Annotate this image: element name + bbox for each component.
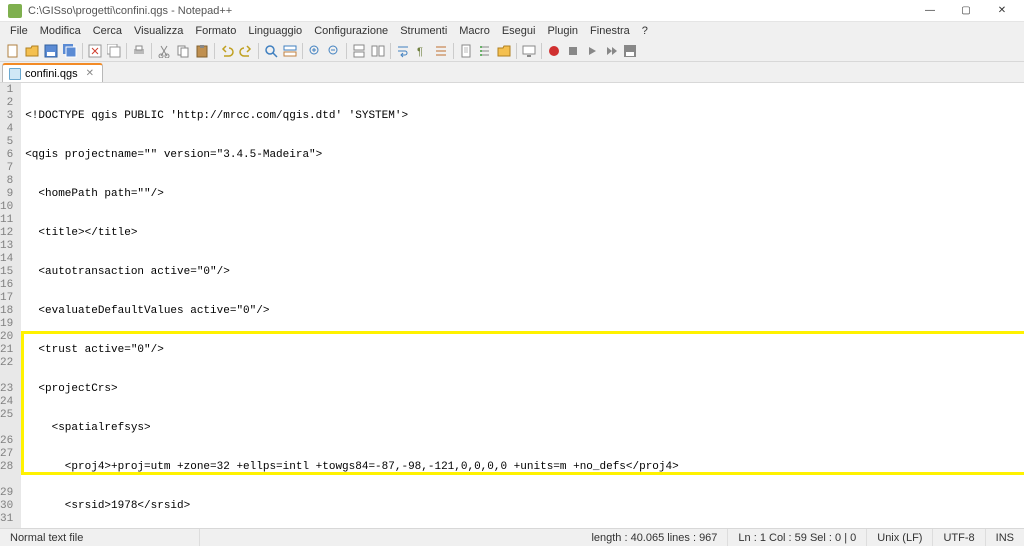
menu-esegui[interactable]: Esegui <box>496 24 542 38</box>
tab-label: confini.qgs <box>25 68 78 80</box>
save-all-icon[interactable] <box>61 42 79 60</box>
status-position: Ln : 1 Col : 59 Sel : 0 | 0 <box>728 529 867 546</box>
sync-v-icon[interactable] <box>350 42 368 60</box>
svg-text:¶: ¶ <box>417 46 423 58</box>
stop-icon[interactable] <box>564 42 582 60</box>
play-multi-icon[interactable] <box>602 42 620 60</box>
menu-macro[interactable]: Macro <box>453 24 496 38</box>
save-macro-icon[interactable] <box>621 42 639 60</box>
window-title: C:\GISso\progetti\confini.qgs - Notepad+… <box>28 5 918 17</box>
function-list-icon[interactable] <box>476 42 494 60</box>
monitor-icon[interactable] <box>520 42 538 60</box>
status-filetype: Normal text file <box>0 529 200 546</box>
close-tab-icon[interactable]: ✕ <box>86 68 94 79</box>
zoom-in-icon[interactable] <box>306 42 324 60</box>
status-ins[interactable]: INS <box>986 529 1024 546</box>
menu-configurazione[interactable]: Configurazione <box>308 24 394 38</box>
copy-icon[interactable] <box>174 42 192 60</box>
status-eol[interactable]: Unix (LF) <box>867 529 933 546</box>
replace-icon[interactable] <box>281 42 299 60</box>
new-file-icon[interactable] <box>4 42 22 60</box>
close-window-button[interactable]: ✕ <box>990 2 1014 20</box>
menu-finestra[interactable]: Finestra <box>584 24 636 38</box>
redo-icon[interactable] <box>237 42 255 60</box>
sync-h-icon[interactable] <box>369 42 387 60</box>
open-file-icon[interactable] <box>23 42 41 60</box>
status-encoding[interactable]: UTF-8 <box>933 529 985 546</box>
menu-strumenti[interactable]: Strumenti <box>394 24 453 38</box>
folder-icon[interactable] <box>495 42 513 60</box>
menu-linguaggio[interactable]: Linguaggio <box>242 24 308 38</box>
cut-icon[interactable] <box>155 42 173 60</box>
line-number-gutter: 12345678910 11121314151617181920 2122232… <box>0 83 21 528</box>
tab-confini-qgs[interactable]: confini.qgs ✕ <box>2 63 103 82</box>
toolbar: ¶ <box>0 40 1024 62</box>
print-icon[interactable] <box>130 42 148 60</box>
menu-plugin[interactable]: Plugin <box>541 24 584 38</box>
menu-cerca[interactable]: Cerca <box>87 24 128 38</box>
menu-visualizza[interactable]: Visualizza <box>128 24 189 38</box>
document-tabbar: confini.qgs ✕ <box>0 62 1024 82</box>
code-area[interactable]: <!DOCTYPE qgis PUBLIC 'http://mrcc.com/q… <box>21 83 1024 528</box>
record-icon[interactable] <box>545 42 563 60</box>
menubar: File Modifica Cerca Visualizza Formato L… <box>0 22 1024 40</box>
window-titlebar: C:\GISso\progetti\confini.qgs - Notepad+… <box>0 0 1024 22</box>
doc-map-icon[interactable] <box>457 42 475 60</box>
menu-help[interactable]: ? <box>636 24 654 38</box>
close-all-icon[interactable] <box>105 42 123 60</box>
menu-file[interactable]: File <box>4 24 34 38</box>
undo-icon[interactable] <box>218 42 236 60</box>
editor: 12345678910 11121314151617181920 2122232… <box>0 82 1024 528</box>
menu-formato[interactable]: Formato <box>189 24 242 38</box>
play-icon[interactable] <box>583 42 601 60</box>
app-icon <box>8 4 22 18</box>
hidden-chars-icon[interactable]: ¶ <box>413 42 431 60</box>
paste-icon[interactable] <box>193 42 211 60</box>
menu-modifica[interactable]: Modifica <box>34 24 87 38</box>
close-file-icon[interactable] <box>86 42 104 60</box>
indent-guide-icon[interactable] <box>432 42 450 60</box>
maximize-button[interactable]: ▢ <box>954 2 978 20</box>
wrap-icon[interactable] <box>394 42 412 60</box>
minimize-button[interactable]: — <box>918 2 942 20</box>
find-icon[interactable] <box>262 42 280 60</box>
zoom-out-icon[interactable] <box>325 42 343 60</box>
statusbar: Normal text file length : 40.065 lines :… <box>0 528 1024 546</box>
document-icon <box>9 68 21 80</box>
status-length: length : 40.065 lines : 967 <box>581 529 728 546</box>
save-icon[interactable] <box>42 42 60 60</box>
